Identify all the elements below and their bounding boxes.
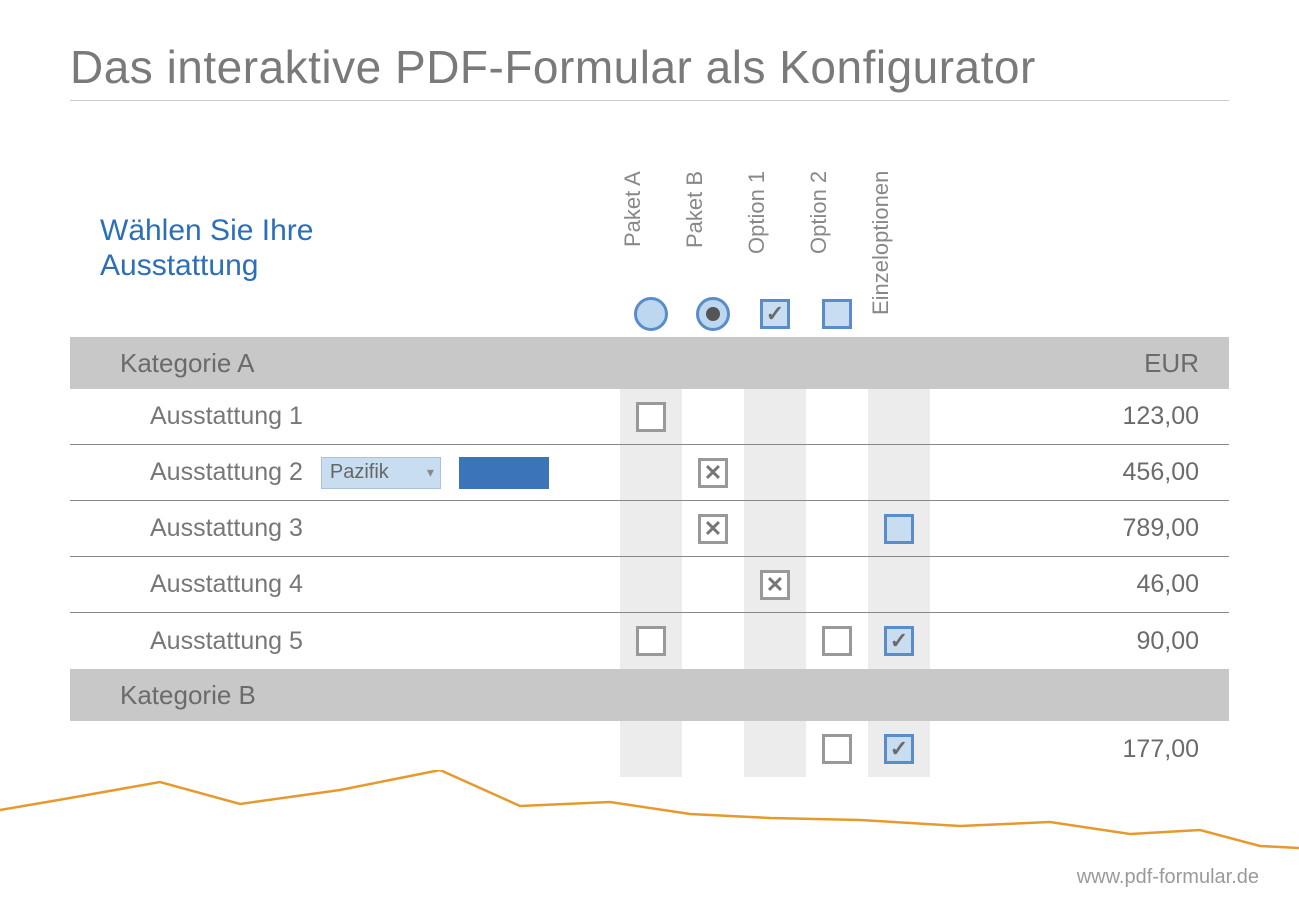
color-dropdown[interactable]: Pazifik [321, 457, 441, 489]
table-row: Ausstattung 4 46,00 [70, 557, 1229, 613]
col-header-option-1: Option 1 [744, 161, 770, 291]
checkbox[interactable] [636, 402, 666, 432]
option-2-checkbox[interactable] [822, 299, 852, 329]
row-label: Ausstattung 2 [150, 458, 303, 487]
col-header-einzeloptionen: Einzeloptionen [868, 161, 894, 291]
checkbox[interactable] [884, 734, 914, 764]
option-1-checkbox[interactable] [760, 299, 790, 329]
row-label: Ausstattung 1 [70, 402, 620, 431]
price: 90,00 [930, 627, 1229, 656]
col-header-paket-a: Paket A [620, 161, 646, 291]
category-b-header: Kategorie B [70, 669, 1229, 721]
checkbox[interactable] [760, 570, 790, 600]
currency-label: EUR [930, 348, 1229, 379]
choose-equipment-heading: Wählen Sie IhreAusstattung [70, 214, 620, 291]
category-a-header: Kategorie A EUR [70, 337, 1229, 389]
checkbox[interactable] [822, 734, 852, 764]
price: 177,00 [930, 735, 1229, 764]
checkbox[interactable] [698, 514, 728, 544]
table-row: Ausstattung 2 Pazifik 456,00 [70, 445, 1229, 501]
paket-a-radio[interactable] [634, 297, 668, 331]
col-header-paket-b: Paket B [682, 161, 708, 291]
category-a-label: Kategorie A [70, 348, 620, 379]
row-label: Ausstattung 5 [70, 627, 620, 656]
checkbox[interactable] [822, 626, 852, 656]
row-label: Ausstattung 4 [70, 570, 620, 599]
category-b-label: Kategorie B [70, 680, 620, 711]
col-header-option-2: Option 2 [806, 161, 832, 291]
footer-url: www.pdf-formular.de [1077, 866, 1259, 889]
checkbox[interactable] [884, 514, 914, 544]
checkbox[interactable] [884, 626, 914, 656]
row-label: Ausstattung 3 [70, 514, 620, 543]
checkbox[interactable] [698, 458, 728, 488]
price: 46,00 [930, 570, 1229, 599]
color-swatch [459, 457, 549, 489]
price: 123,00 [930, 402, 1229, 431]
table-row: Ausstattung 3 789,00 [70, 501, 1229, 557]
price: 456,00 [930, 458, 1229, 487]
checkbox[interactable] [636, 626, 666, 656]
paket-b-radio[interactable] [696, 297, 730, 331]
price: 789,00 [930, 514, 1229, 543]
table-row: Ausstattung 5 90,00 [70, 613, 1229, 669]
table-row: Ausstattung 1 123,00 [70, 389, 1229, 445]
page-title: Das interaktive PDF-Formular als Konfigu… [70, 40, 1229, 101]
table-row: 177,00 [70, 721, 1229, 777]
